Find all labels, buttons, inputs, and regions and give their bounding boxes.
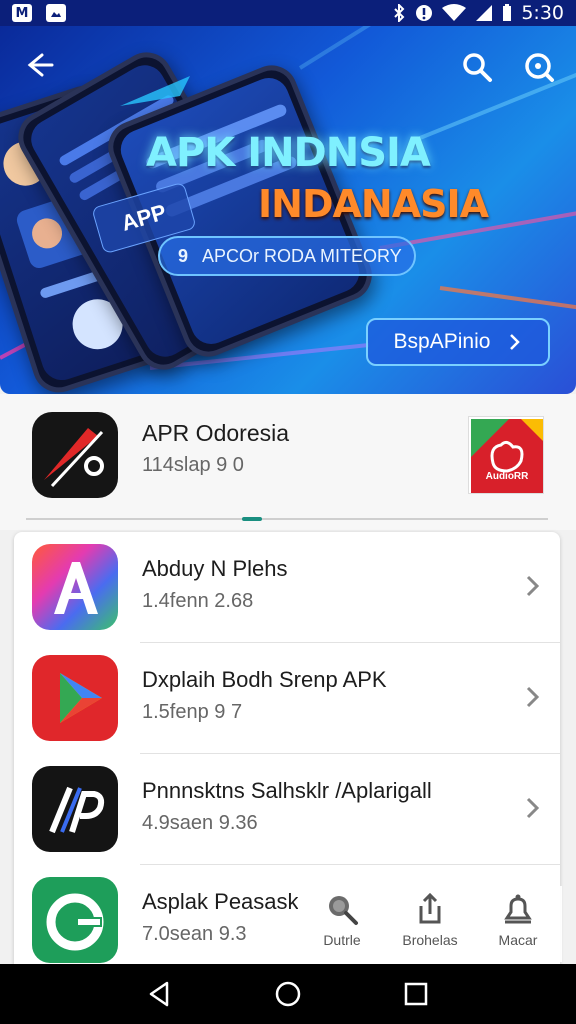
featured-app-name: APR Odoresia — [142, 420, 290, 446]
app-name: Pnnnsktns Salhsklr /Aplarigall — [142, 778, 432, 803]
home-icon[interactable] — [273, 979, 303, 1009]
app-name: Asplak Peasask — [142, 889, 299, 914]
recents-icon[interactable] — [401, 979, 431, 1009]
banner-title: APK INDNSIA — [146, 130, 431, 176]
banner-cta-button[interactable]: BspAPinio — [366, 318, 550, 366]
app-name: Dxplaih Bodh Srenp APK — [142, 667, 387, 692]
list-item[interactable]: Dxplaih Bodh Srenp APK 1.5fenp 9 7 — [14, 643, 560, 754]
chevron-right-icon — [526, 686, 540, 708]
app-subtitle: 7.0sean 9.3 — [142, 923, 247, 945]
letter-a-icon — [32, 544, 118, 630]
arrow-graphic — [120, 76, 190, 106]
thumb-text: AudioRR — [485, 471, 529, 482]
banner-pill[interactable]: 9 APCOr RODA MITEORY — [158, 236, 416, 276]
chevron-right-icon — [526, 797, 540, 819]
chevron-right-icon — [510, 334, 521, 350]
bell-icon — [504, 894, 532, 924]
share-icon — [419, 892, 441, 924]
cta-label: BspAPinio — [393, 330, 491, 353]
app-subtitle: 1.5fenp 9 7 — [142, 701, 243, 723]
banner-subtitle: INDANASIA — [258, 182, 489, 226]
system-nav-bar — [0, 964, 576, 1024]
list-item[interactable]: Abduy N Plehs 1.4fenn 2.68 — [14, 532, 560, 643]
gmail-icon: M — [12, 4, 32, 22]
dock-item-notifications[interactable]: Macar — [474, 886, 562, 962]
divider — [26, 518, 548, 520]
search-icon[interactable] — [460, 50, 494, 84]
screen: M 5:30 APP APK INDNSIA INDANASIA 9 APCOr… — [0, 0, 576, 1024]
status-time: 5:30 — [521, 2, 564, 24]
pill-number: 9 — [178, 245, 189, 266]
bluetooth-icon — [394, 4, 405, 22]
list-item[interactable]: Pnnnsktns Salhsklr /Aplarigall 4.9saen 9… — [14, 754, 560, 865]
dock-label: Macar — [498, 932, 538, 948]
pill-text: APCOr RODA MITEORY — [202, 245, 402, 266]
page-indicator — [242, 517, 262, 521]
back-arrow-icon[interactable] — [24, 50, 54, 80]
play-triangle-icon — [32, 655, 118, 741]
signal-icon — [476, 5, 493, 21]
featured-app-icon — [32, 412, 118, 498]
back-icon[interactable] — [145, 979, 175, 1009]
photo-icon — [46, 4, 66, 22]
green-circle-icon — [32, 877, 118, 963]
featured-app[interactable]: APR Odoresia 114slap 9 0 AudioRR — [0, 394, 576, 530]
chevron-right-icon — [526, 575, 540, 597]
banner-ray — [439, 286, 576, 318]
status-bar: M 5:30 — [0, 0, 576, 26]
data-saver-icon — [416, 5, 433, 21]
search-icon — [329, 896, 358, 925]
dock-item-share[interactable]: Brohelas — [386, 886, 474, 962]
featured-app-thumbnail[interactable]: AudioRR — [468, 416, 544, 494]
dock-label: Dutrle — [323, 932, 361, 948]
featured-app-subtitle: 114slap 9 0 — [142, 454, 244, 476]
bottom-dock: Dutrle Brohelas Macar — [298, 886, 562, 962]
banner-ray — [298, 26, 556, 70]
dock-label: Brohelas — [402, 932, 458, 948]
app-subtitle: 4.9saen 9.36 — [142, 812, 258, 834]
app-subtitle: 1.4fenn 2.68 — [142, 590, 254, 612]
battery-icon — [503, 4, 512, 21]
letter-p-icon — [32, 766, 118, 852]
search-alt-icon[interactable] — [522, 50, 556, 84]
app-name: Abduy N Plehs — [142, 556, 288, 581]
dock-item-search[interactable]: Dutrle — [298, 886, 386, 962]
hero-banner[interactable]: APP APK INDNSIA INDANASIA 9 APCOr RODA M… — [0, 26, 576, 394]
wifi-icon — [442, 4, 467, 21]
